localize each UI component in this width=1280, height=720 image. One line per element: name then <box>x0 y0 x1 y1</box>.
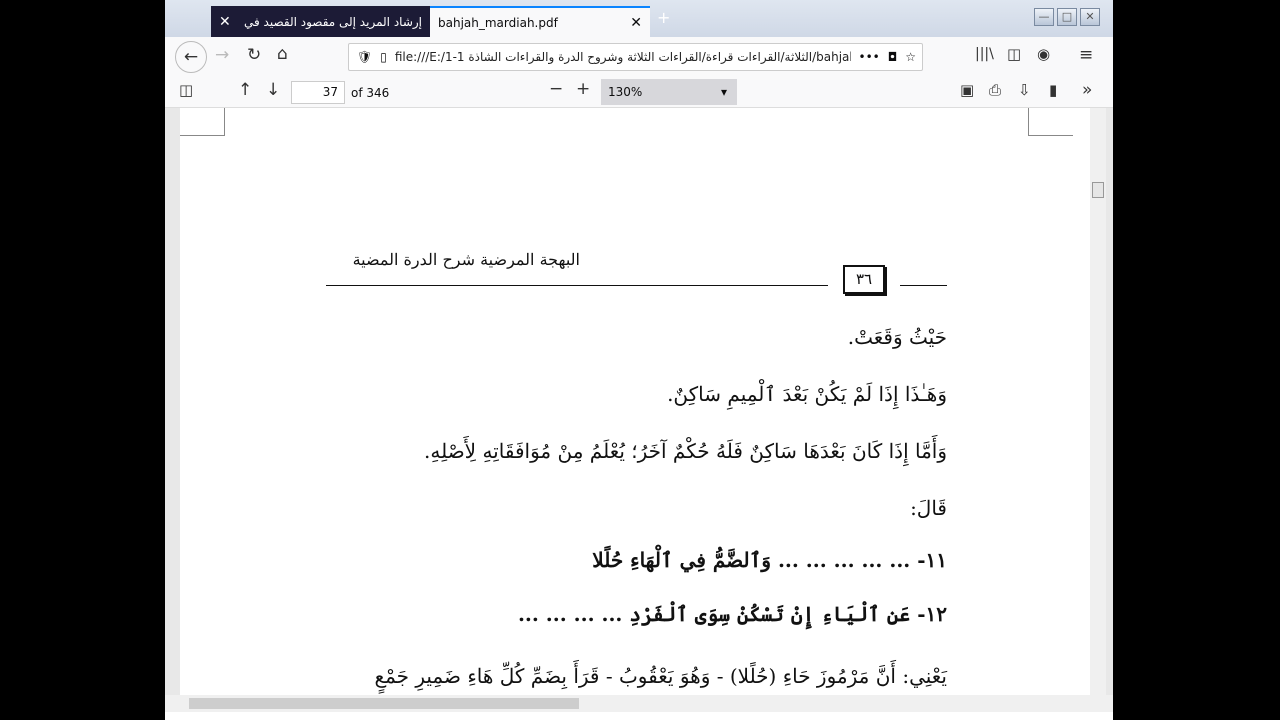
next-page-button[interactable]: ↓ <box>266 80 280 100</box>
home-button[interactable]: ⌂ <box>277 44 288 64</box>
more-icon[interactable]: ••• <box>859 50 880 64</box>
reload-button[interactable]: ↻ <box>247 45 261 65</box>
menu-icon[interactable]: ≡ <box>1079 45 1093 65</box>
zoom-in-button[interactable]: + <box>576 79 590 99</box>
scrollbar-thumb[interactable] <box>1092 182 1104 198</box>
close-tab-icon[interactable]: ✕ <box>219 14 231 30</box>
page-count: of 346 <box>351 86 390 100</box>
page-number-input[interactable]: 37 <box>291 81 345 104</box>
sidebar-icon[interactable]: ◫ <box>1007 45 1021 63</box>
zoom-value: 130% <box>608 85 643 99</box>
forward-button[interactable]: → <box>215 45 229 65</box>
toggle-sidebar-icon[interactable]: ◫ <box>179 81 193 99</box>
tab-bahjah[interactable]: bahjah_mardiah.pdf ✕ <box>430 6 650 37</box>
close-tab-icon[interactable]: ✕ <box>630 15 642 31</box>
horizontal-scrollbar[interactable] <box>165 695 1113 712</box>
text-line: حَيْثُ وَقَعَتْ. <box>847 325 947 349</box>
zoom-select[interactable]: 130% ▾ <box>601 79 737 105</box>
tab-bar: إرشاد المريد إلى مقصود القصيد في القراء … <box>165 0 1113 37</box>
navigation-bar: ← → ↻ ⌂ 🛡 ▯ file:///E:/1-1 الثلاثة/القرا… <box>165 37 1113 75</box>
page-icon: ▯ <box>380 50 387 64</box>
tab-label: إرشاد المريد إلى مقصود القصيد في القراء <box>242 14 422 29</box>
bookmark-star-icon[interactable]: ☆ <box>905 50 916 64</box>
print-icon[interactable]: ⎙ <box>989 81 1001 99</box>
shield-icon[interactable]: 🛡 <box>357 50 372 64</box>
url-text[interactable]: file:///E:/1-1 الثلاثة/القراءات قراءة/ال… <box>395 50 851 64</box>
text-line: وَهَـٰذَا إِذَا لَمْ يَكُنْ بَعْدَ ٱلْمِ… <box>667 382 947 406</box>
tools-icon[interactable]: » <box>1082 80 1092 100</box>
presentation-mode-icon[interactable]: ▣ <box>960 81 974 99</box>
library-icon[interactable]: |||\ <box>975 46 994 62</box>
verse-line: ١٢- عَنِ ٱلْيَاءِ إِنْ تَسْكُنْ سِوَى ٱل… <box>517 602 947 626</box>
text-line: قَالَ: <box>910 496 947 520</box>
pdf-toolbar: ◫ ↑ ↓ 37 of 346 − + 130% ▾ ▣ ⎙ ⇩ ▮ » <box>165 75 1113 108</box>
pocket-icon[interactable]: ◘ <box>888 50 898 64</box>
browser-window: إرشاد المريد إلى مقصود القصيد في القراء … <box>165 0 1113 720</box>
account-icon[interactable]: ◉ <box>1037 45 1050 63</box>
previous-page-button[interactable]: ↑ <box>238 80 252 100</box>
scrollbar-thumb[interactable] <box>189 698 579 709</box>
vertical-scrollbar[interactable] <box>1090 108 1106 695</box>
zoom-out-button[interactable]: − <box>549 79 563 99</box>
bookmark-icon[interactable]: ▮ <box>1049 81 1057 99</box>
crop-mark <box>180 108 225 136</box>
save-icon[interactable]: ⇩ <box>1018 81 1031 99</box>
text-line: يَعْنِي: أَنَّ مَرْمُوزَ حَاءِ (حُلًلا) … <box>374 664 947 688</box>
crop-mark <box>1028 108 1073 136</box>
page-label: ٣٦ <box>843 265 885 294</box>
tab-label: bahjah_mardiah.pdf <box>438 15 558 30</box>
maximize-button[interactable]: □ <box>1057 8 1077 26</box>
minimize-button[interactable]: — <box>1034 8 1054 26</box>
verse-line: ١١- ... ... ... ... ... وَٱلضَّمُّ فِي ٱ… <box>592 548 947 572</box>
header-rule <box>326 285 828 286</box>
tab-irshad[interactable]: إرشاد المريد إلى مقصود القصيد في القراء … <box>211 6 430 37</box>
pdf-page: البهجة المرضية شرح الدرة المضية ٣٦ حَيْث… <box>180 108 1090 695</box>
back-button[interactable]: ← <box>175 41 207 73</box>
close-window-button[interactable]: ✕ <box>1080 8 1100 26</box>
running-header-title: البهجة المرضية شرح الدرة المضية <box>352 250 580 269</box>
pdf-viewer: البهجة المرضية شرح الدرة المضية ٣٦ حَيْث… <box>165 108 1113 695</box>
text-line: وَأَمَّا إِذَا كَانَ بَعْدَهَا سَاكِنٌ ف… <box>424 439 947 463</box>
new-tab-button[interactable]: + <box>657 8 670 27</box>
url-bar[interactable]: 🛡 ▯ file:///E:/1-1 الثلاثة/القراءات قراء… <box>348 43 923 71</box>
header-rule <box>900 285 947 286</box>
chevron-down-icon: ▾ <box>720 85 727 99</box>
